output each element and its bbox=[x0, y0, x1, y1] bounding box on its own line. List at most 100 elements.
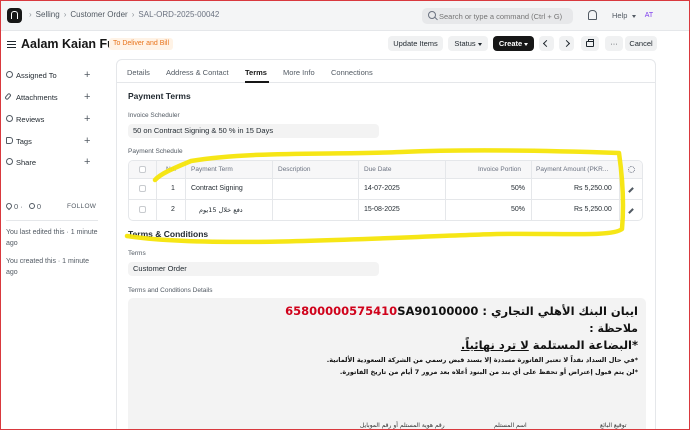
tab-address-contact[interactable]: Address & Contact bbox=[166, 68, 229, 77]
search-icon bbox=[428, 11, 436, 19]
breadcrumb-separator: › bbox=[29, 10, 32, 19]
goods-policy-line: *البضاعة المستلمة لا ترد نهائياً. bbox=[461, 338, 638, 352]
terms-details-editor[interactable]: ايبان البنك الأهلي التجاري : 65800000575… bbox=[128, 298, 646, 429]
help-label: Help bbox=[612, 11, 628, 20]
sidebar-item-share[interactable]: Share + bbox=[6, 156, 94, 169]
payment-schedule-table: No. Payment Term Description Due Date In… bbox=[128, 160, 643, 221]
sidebar-toggle-icon[interactable] bbox=[7, 41, 16, 48]
cell-due-date[interactable]: 14-07-2025 bbox=[364, 185, 400, 192]
user-avatar[interactable]: AT bbox=[641, 8, 657, 24]
note-heading: ملاحظة : bbox=[589, 322, 638, 335]
chevron-down-icon bbox=[477, 42, 482, 46]
add-icon[interactable]: + bbox=[84, 69, 90, 81]
chevron-down-icon bbox=[524, 42, 529, 46]
cell-no: 2 bbox=[171, 206, 175, 213]
active-tab-indicator bbox=[245, 81, 269, 83]
breadcrumb-customer-order[interactable]: Customer Order bbox=[70, 10, 127, 19]
review-icon bbox=[6, 115, 13, 122]
cancel-button[interactable]: Cancel bbox=[625, 36, 657, 51]
row-checkbox[interactable] bbox=[139, 206, 146, 213]
signature-receiver-id: رقم هوية المستلم أو رقم الموبايل bbox=[360, 422, 445, 429]
iban-red-number: 65800000575410 bbox=[285, 304, 398, 318]
invoice-scheduler-label: Invoice Scheduler bbox=[128, 112, 180, 119]
column-header: Payment Term bbox=[191, 166, 233, 173]
breadcrumb-separator: › bbox=[63, 10, 67, 19]
comment-icon[interactable] bbox=[28, 203, 35, 209]
column-header: Invoice Portion bbox=[478, 166, 521, 173]
cell-invoice-portion[interactable]: 50% bbox=[511, 206, 525, 213]
column-header: Due Date bbox=[364, 166, 392, 173]
breadcrumb-selling[interactable]: Selling bbox=[36, 10, 60, 19]
comment-count: 0 bbox=[36, 202, 42, 211]
breadcrumb: › Selling › Customer Order › SAL-ORD-202… bbox=[25, 10, 219, 19]
next-doc-button[interactable] bbox=[559, 36, 574, 51]
follow-link[interactable]: FOLLOW bbox=[67, 203, 96, 210]
table-row[interactable]: 1 Contract Signing 14-07-2025 50% Rs 5,2… bbox=[129, 179, 642, 200]
add-icon[interactable]: + bbox=[84, 135, 90, 147]
add-icon[interactable]: + bbox=[84, 91, 90, 103]
chevron-down-icon bbox=[631, 14, 636, 18]
sidebar-divider bbox=[6, 220, 98, 221]
edit-row-icon[interactable] bbox=[628, 208, 634, 214]
sidebar-item-assigned-to[interactable]: Assigned To + bbox=[6, 69, 94, 82]
cell-payment-amount[interactable]: Rs 5,250.00 bbox=[574, 206, 612, 213]
payment-terms-heading: Payment Terms bbox=[128, 91, 191, 101]
user-icon bbox=[6, 71, 13, 78]
previous-doc-button[interactable] bbox=[539, 36, 554, 51]
app-window: › Selling › Customer Order › SAL-ORD-202… bbox=[0, 0, 690, 430]
cell-payment-term[interactable]: دفع خلال 15يوم bbox=[199, 206, 243, 214]
create-dropdown-button[interactable]: Create bbox=[493, 36, 534, 51]
breadcrumb-document-id[interactable]: SAL-ORD-2025-00042 bbox=[138, 10, 219, 19]
cell-payment-amount[interactable]: Rs 5,250.00 bbox=[574, 185, 612, 192]
print-button[interactable] bbox=[581, 36, 599, 51]
cell-payment-term[interactable]: Contract Signing bbox=[191, 185, 243, 192]
payment-schedule-label: Payment Schedule bbox=[128, 148, 183, 155]
tab-connections[interactable]: Connections bbox=[331, 68, 373, 77]
cell-due-date[interactable]: 15-08-2025 bbox=[364, 206, 400, 213]
search-input[interactable] bbox=[436, 10, 568, 22]
tab-details[interactable]: Details bbox=[127, 68, 150, 77]
edit-row-icon[interactable] bbox=[628, 187, 634, 193]
add-icon[interactable]: + bbox=[84, 156, 90, 168]
select-all-checkbox[interactable] bbox=[139, 166, 146, 173]
column-header: Payment Amount (PKR... bbox=[536, 166, 609, 173]
form-tabs: Details Address & Contact Terms More Inf… bbox=[117, 61, 655, 83]
sidebar-item-tags[interactable]: Tags + bbox=[6, 135, 94, 148]
chevron-left-icon bbox=[542, 39, 551, 48]
terms-details-label: Terms and Conditions Details bbox=[128, 287, 213, 294]
activity-last-edited: You last edited this · 1 minute ago bbox=[6, 229, 98, 247]
status-dropdown-button[interactable]: Status bbox=[448, 36, 488, 51]
row-checkbox[interactable] bbox=[139, 185, 146, 192]
gear-icon[interactable] bbox=[628, 166, 635, 173]
cell-invoice-portion[interactable]: 50% bbox=[511, 185, 525, 192]
add-icon[interactable]: + bbox=[84, 113, 90, 125]
notification-bell-icon[interactable] bbox=[587, 10, 597, 21]
update-items-button[interactable]: Update Items bbox=[388, 36, 443, 51]
app-logo-icon[interactable] bbox=[7, 8, 22, 23]
help-menu[interactable]: Help bbox=[612, 11, 636, 20]
navbar: › Selling › Customer Order › SAL-ORD-202… bbox=[1, 1, 689, 31]
more-actions-button[interactable]: ··· bbox=[605, 36, 623, 51]
invoice-scheduler-field[interactable]: 50 on Contract Signing & 50 % in 15 Days bbox=[128, 124, 379, 138]
sidebar-item-label: Share bbox=[16, 158, 37, 167]
terms-line-1: *في حال السداد نقداً لا تعتبر الفاتورة م… bbox=[326, 356, 638, 364]
printer-icon bbox=[586, 39, 594, 47]
tab-more-info[interactable]: More Info bbox=[283, 68, 315, 77]
sidebar-item-label: Reviews bbox=[16, 115, 45, 124]
awesome-bar[interactable] bbox=[422, 8, 573, 24]
signature-receiver-name: اسم المستلم bbox=[494, 422, 527, 429]
status-button-label: Status bbox=[454, 39, 476, 48]
status-badge: To Deliver and Bill bbox=[109, 38, 174, 50]
terms-conditions-heading: Terms & Conditions bbox=[128, 229, 209, 239]
chevron-right-icon bbox=[562, 39, 571, 48]
breadcrumb-separator: › bbox=[131, 10, 135, 19]
tab-terms[interactable]: Terms bbox=[245, 68, 267, 77]
terms-field[interactable]: Customer Order bbox=[128, 262, 379, 276]
heart-icon[interactable] bbox=[4, 201, 14, 211]
share-icon bbox=[6, 158, 13, 165]
sidebar-item-reviews[interactable]: Reviews + bbox=[6, 113, 94, 126]
table-row[interactable]: 2 دفع خلال 15يوم 15-08-2025 50% Rs 5,250… bbox=[129, 200, 642, 220]
column-header: Description bbox=[278, 166, 311, 173]
sidebar-item-attachments[interactable]: Attachments + bbox=[4, 91, 94, 104]
iban-line: ايبان البنك الأهلي التجاري : 65800000575… bbox=[285, 304, 638, 318]
